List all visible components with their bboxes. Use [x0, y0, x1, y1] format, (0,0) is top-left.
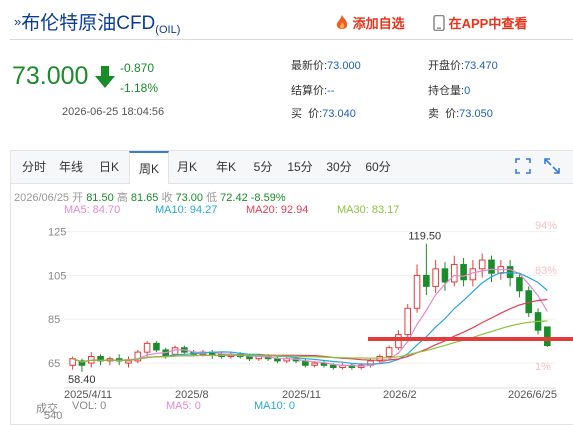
- x-tick-3: 2026/2: [383, 389, 417, 401]
- candle-body-35: [395, 334, 402, 349]
- candle-body-47: [506, 266, 514, 279]
- candle-body-40: [441, 268, 449, 283]
- candle-body-43: [469, 268, 477, 281]
- candle-body-36: [404, 307, 412, 336]
- candle-body-44: [478, 259, 486, 270]
- candle-body-39: [432, 268, 439, 287]
- volume-axis-top: 540: [44, 410, 63, 422]
- volume-ma5: MA5: 0: [166, 400, 201, 412]
- candle-body-19: [246, 356, 253, 360]
- price-marker-line: [368, 337, 573, 341]
- pct-tick-2: 1%: [535, 361, 551, 373]
- x-tick-4: 2026/6/25: [508, 389, 557, 401]
- candle-body-42: [460, 263, 467, 281]
- candle-body-34: [385, 347, 393, 358]
- ma-line-20: [72, 298, 548, 363]
- y-tick-2: 85: [48, 314, 60, 326]
- candle-body-9: [153, 342, 160, 351]
- volume-value: VOL: 0: [72, 400, 107, 412]
- candle-body-38: [423, 274, 430, 287]
- candle-body-48: [516, 277, 523, 292]
- volume-ma10: MA10: 0: [254, 400, 295, 412]
- candle-body-28: [329, 364, 337, 368]
- y-tick-0: 125: [48, 227, 66, 239]
- candle-body-37: [413, 274, 421, 309]
- high-label: 119.50: [408, 231, 441, 243]
- pct-tick-1: 83%: [535, 265, 557, 277]
- candle-body-6: [125, 360, 132, 364]
- candle-body-8: [143, 342, 151, 353]
- candle-body-41: [450, 263, 458, 283]
- y-tick-3: 65: [48, 358, 60, 370]
- candle-body-26: [311, 362, 318, 366]
- y-tick-1: 105: [48, 270, 66, 282]
- candle-body-51: [544, 326, 551, 347]
- candle-body-22: [274, 358, 281, 362]
- candle-body-45: [488, 259, 495, 274]
- low-label: 58.40: [68, 374, 96, 386]
- candlestick-chart[interactable]: 125 105 85 65 94% 83% 1% 119.50 58.40: [0, 0, 573, 423]
- pct-tick-0: 94%: [535, 220, 557, 232]
